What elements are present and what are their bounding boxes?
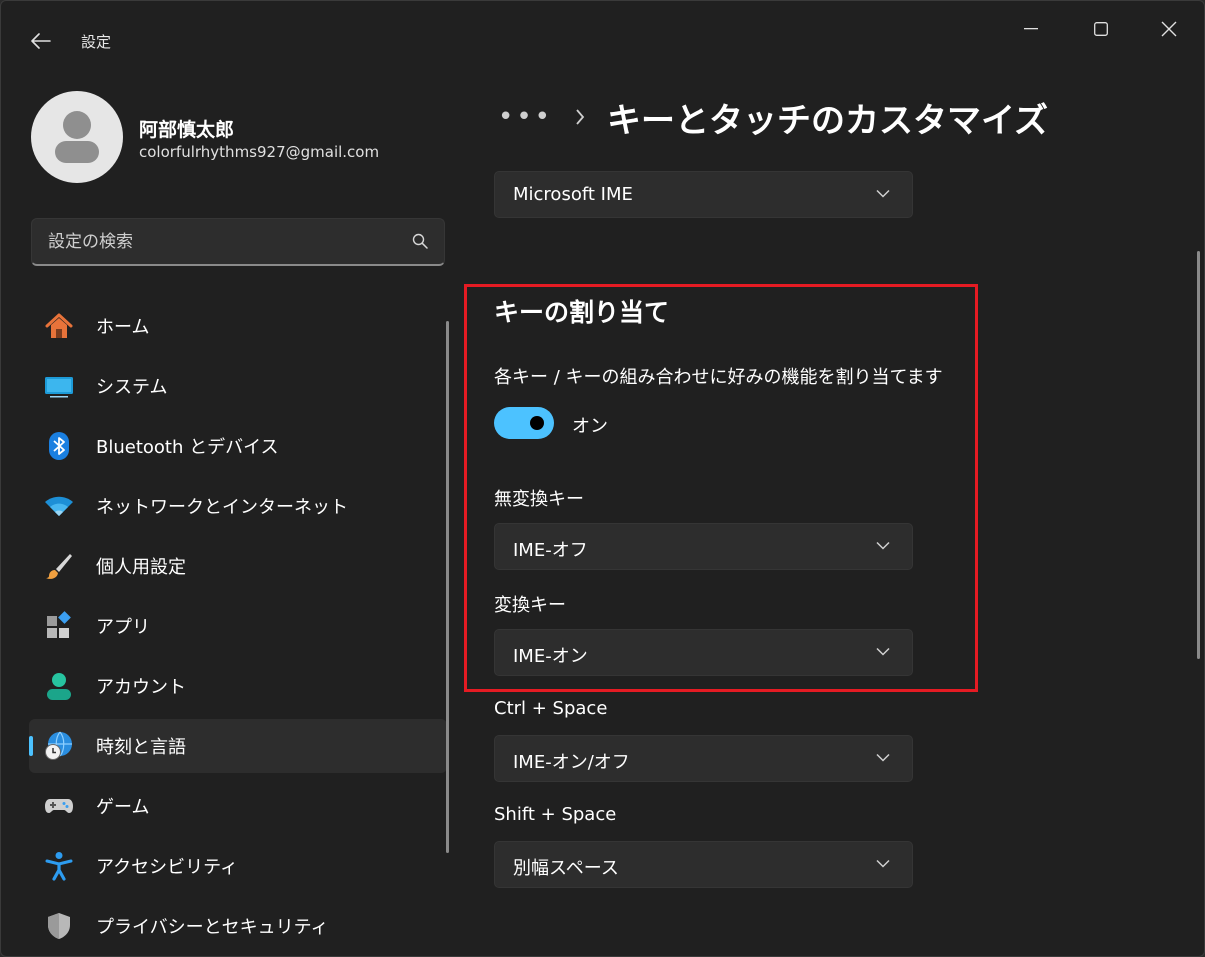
highlight-box	[464, 284, 978, 692]
settings-window: 設定 阿部慎太郎 colorfulrhythms927@gmail.com 設定…	[0, 0, 1205, 957]
search-icon[interactable]	[412, 233, 428, 249]
page-title: キーとタッチのカスタマイズ	[607, 100, 1048, 141]
sidebar-item-gaming[interactable]: ゲーム	[29, 779, 447, 833]
user-name: 阿部慎太郎	[139, 119, 235, 141]
back-arrow-icon	[31, 33, 51, 49]
sidebar-item-label: ホーム	[96, 317, 150, 338]
ime-select[interactable]: Microsoft IME	[494, 171, 913, 218]
sidebar-item-label: プライバシーとセキュリティ	[96, 917, 329, 938]
app-title: 設定	[81, 33, 112, 51]
breadcrumb-more-button[interactable]: •••	[498, 102, 553, 132]
maximize-button[interactable]	[1067, 1, 1135, 57]
shield-icon	[43, 910, 75, 942]
sidebar-item-label: アクセシビリティ	[96, 857, 239, 878]
select-value: 別幅スペース	[513, 858, 619, 879]
sidebar-item-label: ゲーム	[96, 797, 150, 818]
breadcrumb: ••• キーとタッチのカスタマイズ	[498, 89, 1048, 145]
brush-icon	[43, 550, 75, 582]
sidebar-item-home[interactable]: ホーム	[29, 299, 447, 353]
shift-space-label: Shift + Space	[494, 804, 617, 825]
chevron-down-icon	[876, 859, 890, 868]
ctrl-space-label: Ctrl + Space	[494, 698, 608, 719]
account-icon	[43, 670, 75, 702]
sidebar-item-label: アプリ	[96, 617, 150, 638]
ctrl-space-select[interactable]: IME-オン/オフ	[494, 735, 913, 782]
chevron-down-icon	[876, 753, 890, 762]
sidebar-item-system[interactable]: システム	[29, 359, 447, 413]
ime-select-value: Microsoft IME	[513, 184, 633, 205]
sidebar-item-time-language[interactable]: 時刻と言語	[29, 719, 447, 773]
minimize-button[interactable]	[997, 1, 1065, 57]
chevron-down-icon	[876, 189, 890, 198]
bluetooth-icon	[43, 430, 75, 462]
sidebar-item-label: 個人用設定	[96, 557, 186, 578]
apps-icon	[43, 610, 75, 642]
sidebar-item-label: 時刻と言語	[96, 737, 186, 758]
shift-space-select[interactable]: 別幅スペース	[494, 841, 913, 888]
home-icon	[43, 310, 75, 342]
sidebar-item-personalization[interactable]: 個人用設定	[29, 539, 447, 593]
chevron-right-icon	[576, 109, 585, 125]
sidebar-nav: ホーム システム Bluetooth とデバイス ネットワークとインターネット …	[29, 299, 447, 956]
sidebar-item-network[interactable]: ネットワークとインターネット	[29, 479, 447, 533]
user-email: colorfulrhythms927@gmail.com	[139, 143, 380, 161]
minimize-icon	[1024, 28, 1038, 30]
select-value: IME-オン/オフ	[513, 752, 630, 773]
sidebar-item-label: アカウント	[96, 677, 186, 698]
sidebar-scrollbar[interactable]	[446, 321, 449, 853]
system-icon	[43, 370, 75, 402]
content-scrollbar[interactable]	[1197, 251, 1200, 659]
person-icon	[55, 111, 99, 163]
close-icon	[1161, 21, 1177, 37]
sidebar-item-accounts[interactable]: アカウント	[29, 659, 447, 713]
maximize-icon	[1094, 22, 1108, 36]
sidebar-item-label: システム	[96, 377, 168, 398]
sidebar-item-bluetooth[interactable]: Bluetooth とデバイス	[29, 419, 447, 473]
accessibility-icon	[43, 850, 75, 882]
search-input[interactable]	[32, 219, 410, 265]
sidebar-item-privacy[interactable]: プライバシーとセキュリティ	[29, 899, 447, 953]
search-box[interactable]	[31, 218, 445, 266]
gamepad-icon	[43, 790, 75, 822]
title-bar: 設定	[1, 1, 1204, 81]
sidebar-item-accessibility[interactable]: アクセシビリティ	[29, 839, 447, 893]
back-button[interactable]	[23, 25, 59, 57]
globe-clock-icon	[43, 730, 75, 762]
sidebar-item-label: Bluetooth とデバイス	[96, 437, 279, 458]
close-button[interactable]	[1135, 1, 1203, 57]
sidebar-item-label: ネットワークとインターネット	[96, 497, 348, 518]
wifi-icon	[43, 490, 75, 522]
avatar[interactable]	[31, 91, 123, 183]
sidebar-item-apps[interactable]: アプリ	[29, 599, 447, 653]
